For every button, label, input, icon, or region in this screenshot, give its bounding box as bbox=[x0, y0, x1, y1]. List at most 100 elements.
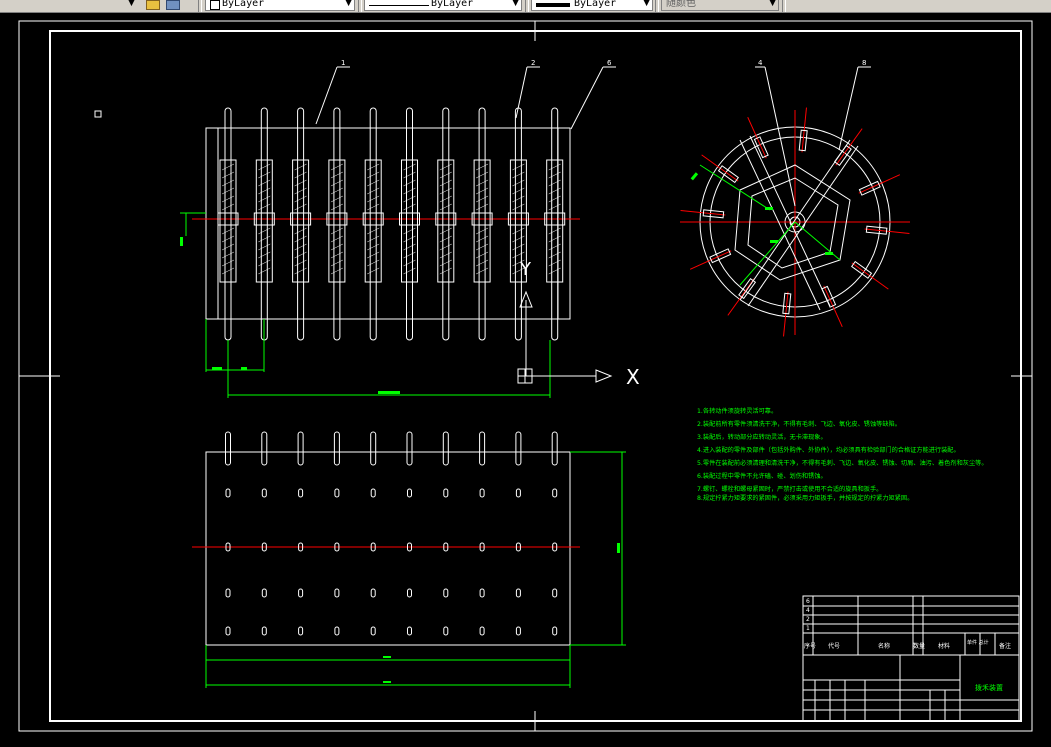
hatch-line bbox=[439, 243, 452, 251]
hatch-line bbox=[403, 163, 416, 171]
tine-slot bbox=[479, 431, 486, 466]
hatch-line bbox=[403, 251, 416, 259]
slot bbox=[334, 626, 340, 636]
tine-slot bbox=[515, 431, 522, 466]
color-swatch-icon bbox=[210, 0, 220, 10]
hatch-line bbox=[548, 267, 561, 275]
hatch-line bbox=[403, 227, 416, 235]
slot bbox=[225, 626, 231, 636]
hatch-line bbox=[512, 235, 525, 243]
hatch-line bbox=[475, 251, 489, 259]
lineweight-control-value: ByLayer bbox=[574, 0, 617, 9]
hatch-line bbox=[367, 243, 380, 251]
reel-bottom-view bbox=[192, 431, 626, 688]
slot bbox=[298, 488, 304, 498]
hatch-line bbox=[330, 195, 344, 203]
grip-square[interactable] bbox=[94, 110, 102, 118]
tine-slot bbox=[261, 431, 268, 466]
tine-sleeve bbox=[219, 159, 237, 283]
lineweight-control[interactable]: ByLayer ▼ bbox=[531, 0, 653, 11]
hatch-line bbox=[548, 171, 561, 179]
layer-states-icon[interactable] bbox=[146, 0, 160, 10]
tine-bar bbox=[551, 107, 559, 341]
note-line: 8.规定拧紧力矩要求的紧固件，必须采用力矩扳手，并按规定的拧紧力矩紧固。 bbox=[697, 494, 913, 502]
note-line: 4.进入装配的零件及部件（包括外购件、外协件），均必须具有检验部门的合格证方能进… bbox=[697, 446, 960, 454]
dim-text bbox=[241, 367, 247, 370]
color-control[interactable]: ByLayer ▼ bbox=[205, 0, 355, 11]
tb-col-remark: 备注 bbox=[999, 642, 1011, 650]
hatch-line bbox=[439, 203, 452, 211]
hatch-line bbox=[221, 235, 235, 243]
hatch-line bbox=[367, 187, 380, 195]
note-line: 7.螺钉、螺栓和螺母紧固时，严禁打击或使用不合适的旋具和扳手。 bbox=[697, 485, 882, 493]
tb-col-name: 名称 bbox=[878, 642, 890, 650]
tine-sleeve bbox=[546, 159, 564, 283]
cad-drawing: 1 2 6 4 8 Y X 1.各转动件须旋转灵活可靠。 2.装配前所有零件须清… bbox=[18, 20, 1033, 732]
hatch-line bbox=[403, 203, 416, 211]
tine-bar bbox=[369, 107, 377, 341]
hatch-line bbox=[548, 235, 561, 243]
tine-sleeve bbox=[292, 159, 310, 283]
hatch-line bbox=[403, 235, 416, 243]
hatch-line bbox=[548, 187, 561, 195]
tine-sleeve bbox=[255, 159, 273, 283]
drawing-canvas[interactable]: 1 2 6 4 8 Y X 1.各转动件须旋转灵活可靠。 2.装配前所有零件须清… bbox=[0, 12, 1051, 743]
hatch-line bbox=[367, 179, 380, 187]
dropdown-arrow-icon[interactable]: ▼ bbox=[128, 0, 135, 9]
slot bbox=[443, 488, 449, 498]
hatch-line bbox=[512, 227, 525, 235]
slot bbox=[515, 626, 521, 636]
tb-col-qty: 数量 bbox=[913, 642, 925, 650]
hatch-line bbox=[367, 203, 380, 211]
ucs-x-label: X bbox=[626, 365, 640, 389]
hatch-line bbox=[330, 267, 344, 275]
hatch-line bbox=[330, 243, 344, 251]
tine-slot bbox=[297, 431, 304, 466]
layer-previous-icon[interactable] bbox=[166, 0, 180, 10]
hatch-line bbox=[475, 187, 489, 195]
tine-slot bbox=[442, 431, 449, 466]
plate-outline bbox=[205, 451, 571, 646]
title-block bbox=[802, 595, 1020, 722]
note-line: 2.装配前所有零件须清洗干净，不得有毛刺、飞边、氧化皮、锈蚀等缺陷。 bbox=[697, 420, 901, 428]
hatch-line bbox=[548, 227, 561, 235]
hatch-line bbox=[330, 179, 344, 187]
hatch-line bbox=[367, 267, 380, 275]
tb-row-num: 1 bbox=[806, 625, 810, 632]
hatch-line bbox=[475, 259, 489, 267]
hatch-line bbox=[294, 163, 307, 171]
hatch-line bbox=[294, 235, 307, 243]
tine-bar bbox=[297, 107, 305, 341]
hatch-line bbox=[294, 267, 307, 275]
dim-text bbox=[378, 391, 400, 394]
hatch-line bbox=[294, 179, 307, 187]
dim-text bbox=[383, 656, 391, 658]
hatch-line bbox=[475, 235, 489, 243]
tb-row-num: 2 bbox=[806, 616, 810, 623]
dim-text bbox=[765, 207, 773, 210]
brace bbox=[739, 139, 821, 311]
plotstyle-control[interactable]: 随颜色 ▼ bbox=[661, 0, 779, 11]
balloon-6: 6 bbox=[607, 59, 612, 67]
dim-leader bbox=[699, 164, 771, 211]
hatch-line bbox=[221, 243, 235, 251]
tine-slot bbox=[333, 431, 340, 466]
hatch-line bbox=[512, 251, 525, 259]
hatch-line bbox=[512, 187, 525, 195]
hatch-line bbox=[221, 187, 235, 195]
hatch-line bbox=[548, 163, 561, 171]
hatch-line bbox=[294, 187, 307, 195]
hatch-line bbox=[221, 195, 235, 203]
hatch-line bbox=[512, 203, 525, 211]
tine-bar bbox=[406, 107, 413, 341]
linetype-control[interactable]: ByLayer ▼ bbox=[364, 0, 522, 11]
balloon-2: 2 bbox=[531, 59, 535, 67]
tb-row-num: 4 bbox=[806, 607, 810, 614]
hatch-line bbox=[403, 195, 416, 203]
dim-text bbox=[383, 681, 391, 683]
slot bbox=[552, 626, 558, 636]
hatch-line bbox=[367, 235, 380, 243]
hatch-line bbox=[512, 243, 525, 251]
hatch-line bbox=[475, 179, 489, 187]
slot bbox=[261, 626, 267, 636]
